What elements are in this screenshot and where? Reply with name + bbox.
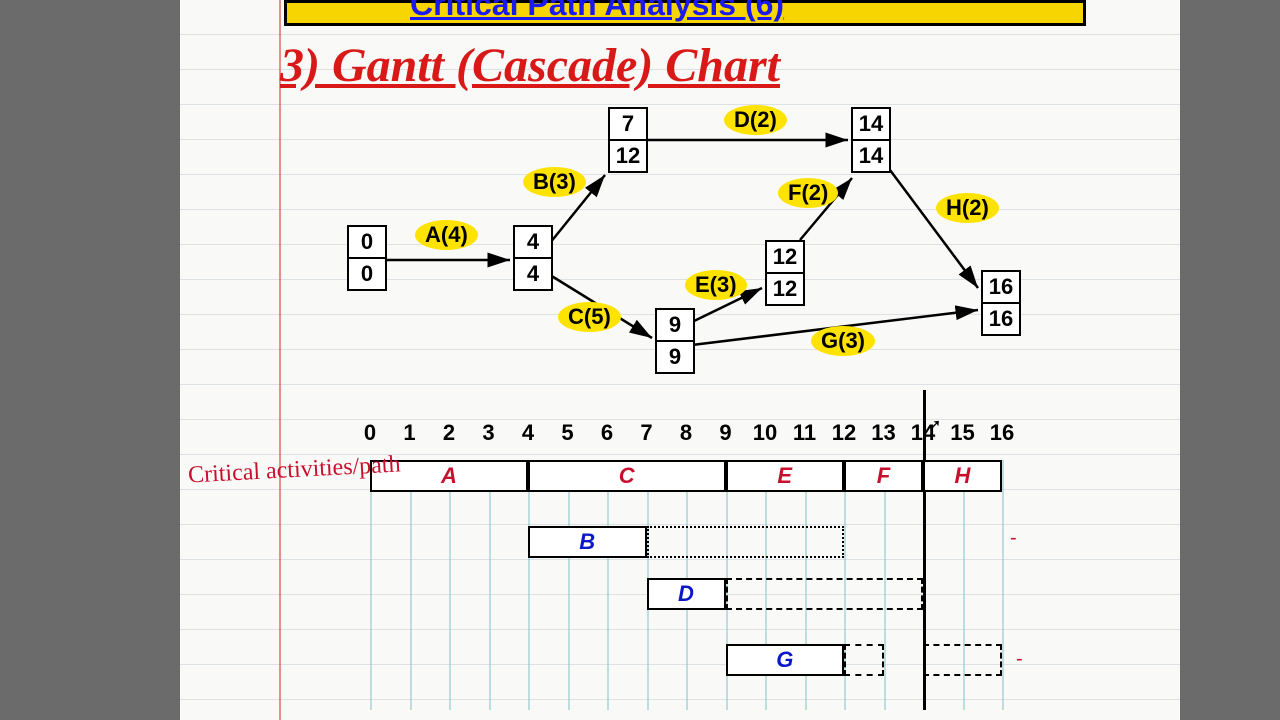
event-node: 1616	[981, 270, 1021, 336]
axis-tick-label: 10	[746, 420, 784, 446]
gantt-gridline	[449, 460, 451, 710]
activity-label: H(2)	[936, 193, 999, 223]
axis-tick-label: 15	[944, 420, 982, 446]
event-node: 1414	[851, 107, 891, 173]
event-node: 99	[655, 308, 695, 374]
gantt-bar-F: F	[844, 460, 923, 492]
axis-tick-label: 7	[628, 420, 666, 446]
red-mark: -	[1016, 648, 1023, 671]
axis-tick-label: 0	[351, 420, 389, 446]
slide-title: Critical Path Analysis (6)	[410, 0, 784, 23]
gantt-chart: 012345678910111213141516 ACEFHBDG	[370, 420, 1010, 710]
axis-tick-label: 16	[983, 420, 1021, 446]
activity-label: B(3)	[523, 167, 586, 197]
axis-tick-label: 8	[667, 420, 705, 446]
gantt-float	[844, 644, 884, 676]
red-mark: -	[1010, 527, 1017, 550]
gantt-float	[726, 578, 924, 610]
gantt-gridline	[528, 460, 530, 710]
activity-label: E(3)	[685, 270, 747, 300]
gantt-bar-E: E	[726, 460, 845, 492]
activity-label: C(5)	[558, 302, 621, 332]
gantt-gridline	[370, 460, 372, 710]
axis-tick-label: 13	[865, 420, 903, 446]
event-node: 1212	[765, 240, 805, 306]
ruled-margin	[279, 0, 281, 720]
gantt-float	[923, 644, 1002, 676]
activity-label: D(2)	[724, 105, 787, 135]
axis-tick-label: 5	[549, 420, 587, 446]
axis-tick-label: 6	[588, 420, 626, 446]
gantt-bar-C: C	[528, 460, 726, 492]
mouse-cursor-icon: ➚	[928, 415, 941, 435]
activity-label: A(4)	[415, 220, 478, 250]
section-heading: 3) Gantt (Cascade) Chart	[280, 38, 780, 93]
activity-label: F(2)	[778, 178, 838, 208]
gantt-gridline	[568, 460, 570, 710]
axis-tick-label: 4	[509, 420, 547, 446]
activity-label: G(3)	[811, 326, 875, 356]
gantt-gridline	[410, 460, 412, 710]
event-node: 00	[347, 225, 387, 291]
event-node: 44	[513, 225, 553, 291]
axis-tick-label: 2	[430, 420, 468, 446]
axis-tick-label: 9	[707, 420, 745, 446]
gantt-bar-D: D	[647, 578, 726, 610]
axis-tick-label: 1	[391, 420, 429, 446]
gantt-bar-G: G	[726, 644, 845, 676]
axis-tick-label: 11	[786, 420, 824, 446]
axis-tick-label: 3	[470, 420, 508, 446]
axis-tick-label: 12	[825, 420, 863, 446]
event-node: 712	[608, 107, 648, 173]
gantt-bar-H: H	[923, 460, 1002, 492]
gantt-gridline	[1002, 460, 1004, 710]
gantt-bar-B: B	[528, 526, 647, 558]
gantt-float	[647, 526, 845, 558]
gantt-gridline	[489, 460, 491, 710]
gantt-gridline	[607, 460, 609, 710]
